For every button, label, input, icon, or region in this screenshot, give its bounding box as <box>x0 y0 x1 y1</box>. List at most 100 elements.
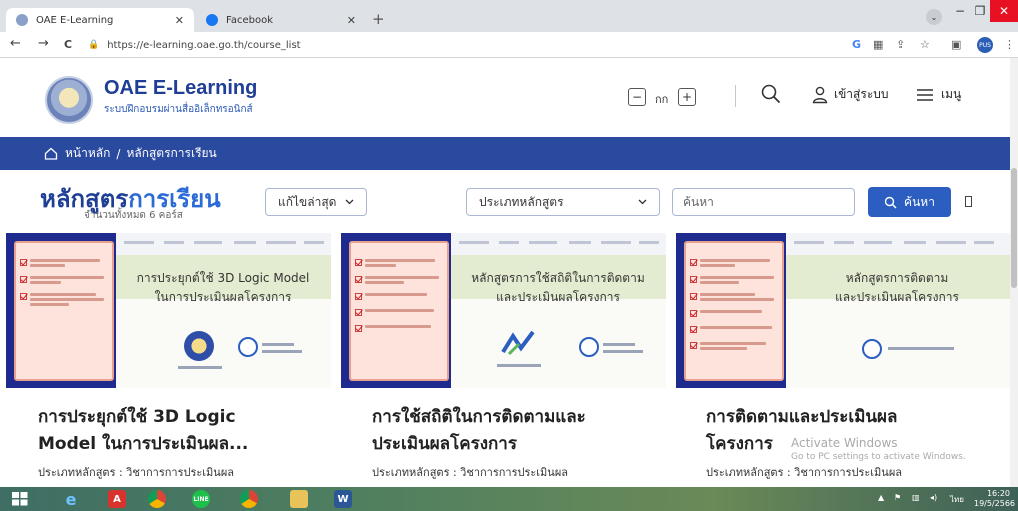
windows-start-icon[interactable] <box>12 492 28 506</box>
partner-logo-icon <box>238 337 258 357</box>
tray-arrow-icon[interactable]: ▲ <box>878 493 884 502</box>
partner-logo-icon <box>862 339 882 359</box>
translate-icon[interactable]: ▦ <box>873 38 883 51</box>
breadcrumb-separator: / <box>116 146 121 161</box>
scrollbar-thumb[interactable] <box>1011 168 1017 288</box>
banner-title: การประยุกต์ใช้ 3D Logic Model ในการประเม… <box>118 269 328 307</box>
sort-select[interactable]: แก้ไขล่าสุด <box>265 188 367 216</box>
oae-seal-logo[interactable] <box>45 76 93 124</box>
tab-oae-elearning[interactable]: OAE E-Learning ✕ <box>6 8 194 32</box>
banner-checklist-note <box>684 241 784 381</box>
banner-title: หลักสูตรการติดตาม และประเมินผลโครงการ <box>788 269 1006 307</box>
tab-close-icon[interactable]: ✕ <box>347 14 356 27</box>
minimize-button[interactable]: − <box>950 0 970 22</box>
banner-checklist-note <box>349 241 449 381</box>
font-size-label: กก <box>655 93 669 106</box>
internet-explorer-icon[interactable]: e <box>62 490 80 509</box>
watermark-line-2: Go to PC settings to activate Windows. <box>791 452 966 462</box>
activate-windows-watermark: Activate Windows Go to PC settings to ac… <box>791 436 966 462</box>
view-toggle-icon[interactable] <box>965 196 972 207</box>
share-icon[interactable]: ⇪ <box>896 38 905 51</box>
tab-title: Facebook <box>226 14 273 26</box>
windows-taskbar: e A LINE W ▲ ⚑ ▥ ◂) ไทย 16:20 19/5/2566 <box>0 487 1018 511</box>
user-icon <box>812 86 828 103</box>
clock-time: 16:20 <box>986 489 1010 498</box>
login-label: เข้าสู่ระบบ <box>834 87 889 101</box>
address-bar: ← → C 🔒 https://e-learning.oae.go.th/cou… <box>0 32 1018 58</box>
course-banner-1[interactable]: การประยุกต์ใช้ 3D Logic Model ในการประเม… <box>6 233 331 388</box>
breadcrumb-home[interactable]: หน้าหลัก <box>65 144 110 163</box>
course-title-line-1: การใช้สถิติในการติดตามและ <box>372 407 586 427</box>
url-field[interactable]: 🔒 https://e-learning.oae.go.th/course_li… <box>88 35 828 55</box>
new-tab-button[interactable]: + <box>372 10 385 28</box>
banner-checklist-note <box>14 241 114 381</box>
course-type-select[interactable]: ประเภทหลักสูตร <box>466 188 660 216</box>
hamburger-icon <box>917 88 933 101</box>
course-title-line-2: Model ในการประเมินผล... <box>38 434 249 454</box>
maximize-button[interactable]: ❐ <box>970 0 990 22</box>
file-explorer-icon[interactable] <box>290 490 308 508</box>
volume-icon[interactable]: ◂) <box>930 493 937 502</box>
window-close-button[interactable]: ✕ <box>990 0 1018 22</box>
banner-title: หลักสูตรการใช้สถิติในการติดตาม และประเมิ… <box>453 269 663 307</box>
course-title-1[interactable]: การประยุกต์ใช้ 3D Logic Model ในการประเม… <box>38 404 248 458</box>
acrobat-reader-icon[interactable]: A <box>108 490 126 508</box>
brand-subtitle: ระบบฝึกอบรมผ่านสื่ออิเล็กทรอนิกส์ <box>104 104 253 115</box>
course-type-2: ประเภทหลักสูตร : วิชาการการประเมินผล <box>372 466 569 479</box>
course-type-3: ประเภทหลักสูตร : วิชาการการประเมินผล <box>706 466 903 479</box>
home-icon[interactable] <box>44 147 58 160</box>
tab-search-button[interactable]: ⌄ <box>926 9 942 25</box>
search-input[interactable] <box>672 188 855 216</box>
chrome-window-icon[interactable] <box>240 490 258 508</box>
google-icon[interactable]: G <box>852 38 861 51</box>
banner-toolbar-strip <box>786 233 1010 255</box>
page-scrollbar[interactable] <box>1010 58 1018 487</box>
brand-title[interactable]: OAE E-Learning <box>104 77 257 100</box>
partner-logo-icon <box>579 337 599 357</box>
input-language[interactable]: ไทย <box>950 493 964 506</box>
chevron-down-icon <box>638 199 647 205</box>
statistics-logo-icon <box>501 330 535 356</box>
oae-favicon-icon <box>16 14 28 26</box>
tab-facebook[interactable]: Facebook ✕ <box>196 8 366 32</box>
taskbar-clock[interactable]: 16:20 19/5/2566 <box>974 489 1015 509</box>
line-app-icon[interactable]: LINE <box>192 490 210 508</box>
course-title-line-1: การประยุกต์ใช้ 3D Logic <box>38 407 236 427</box>
tray-flag-icon[interactable]: ⚑ <box>894 493 901 502</box>
profile-avatar[interactable]: PUS <box>977 37 993 53</box>
search-button[interactable]: ค้นหา <box>868 187 951 217</box>
font-decrease-button[interactable]: − <box>628 88 646 106</box>
menu-button[interactable]: เมนู <box>916 85 961 104</box>
banner-title-line-1: หลักสูตรการใช้สถิติในการติดตาม <box>471 271 645 285</box>
sort-select-value: แก้ไขล่าสุด <box>278 194 337 209</box>
course-title-2[interactable]: การใช้สถิติในการติดตามและ ประเมินผลโครงก… <box>372 404 586 458</box>
bookmark-star-icon[interactable]: ☆ <box>920 38 930 51</box>
course-banner-3[interactable]: หลักสูตรการติดตาม และประเมินผลโครงการ <box>676 233 1010 388</box>
font-increase-button[interactable]: + <box>678 88 696 106</box>
browser-menu-icon[interactable]: ⋮ <box>1004 38 1015 51</box>
search-icon[interactable] <box>760 82 782 108</box>
login-button[interactable]: เข้าสู่ระบบ <box>812 85 889 104</box>
course-type-1: ประเภทหลักสูตร : วิชาการการประเมินผล <box>38 466 235 479</box>
word-icon[interactable]: W <box>334 490 352 508</box>
facebook-favicon-icon <box>206 14 218 26</box>
url-text: https://e-learning.oae.go.th/course_list <box>107 39 301 51</box>
course-title-line-1: การติดตามและประเมินผล <box>706 407 898 427</box>
reload-button[interactable]: C <box>64 38 72 51</box>
chrome-icon[interactable] <box>148 490 166 508</box>
back-button[interactable]: ← <box>10 36 21 51</box>
screen: OAE E-Learning ✕ Facebook ✕ + ⌄ − ❐ ✕ ← … <box>0 0 1018 511</box>
tab-close-icon[interactable]: ✕ <box>175 14 184 27</box>
course-banner-2[interactable]: หลักสูตรการใช้สถิติในการติดตาม และประเมิ… <box>341 233 666 388</box>
breadcrumb-current: หลักสูตรการเรียน <box>126 146 217 160</box>
banner-title-line-2: และประเมินผลโครงการ <box>835 290 959 304</box>
header-divider <box>735 85 736 107</box>
forward-button[interactable]: → <box>38 36 49 51</box>
banner-title-line-1: การประยุกต์ใช้ 3D Logic Model <box>136 271 310 285</box>
menu-label: เมนู <box>941 87 962 101</box>
search-button-label: ค้นหา <box>904 194 935 209</box>
network-icon[interactable]: ▥ <box>912 493 920 502</box>
oae-seal-icon <box>184 331 214 361</box>
side-panel-icon[interactable]: ▣ <box>951 38 961 51</box>
banner-title-line-2: ในการประเมินผลโครงการ <box>154 290 292 304</box>
